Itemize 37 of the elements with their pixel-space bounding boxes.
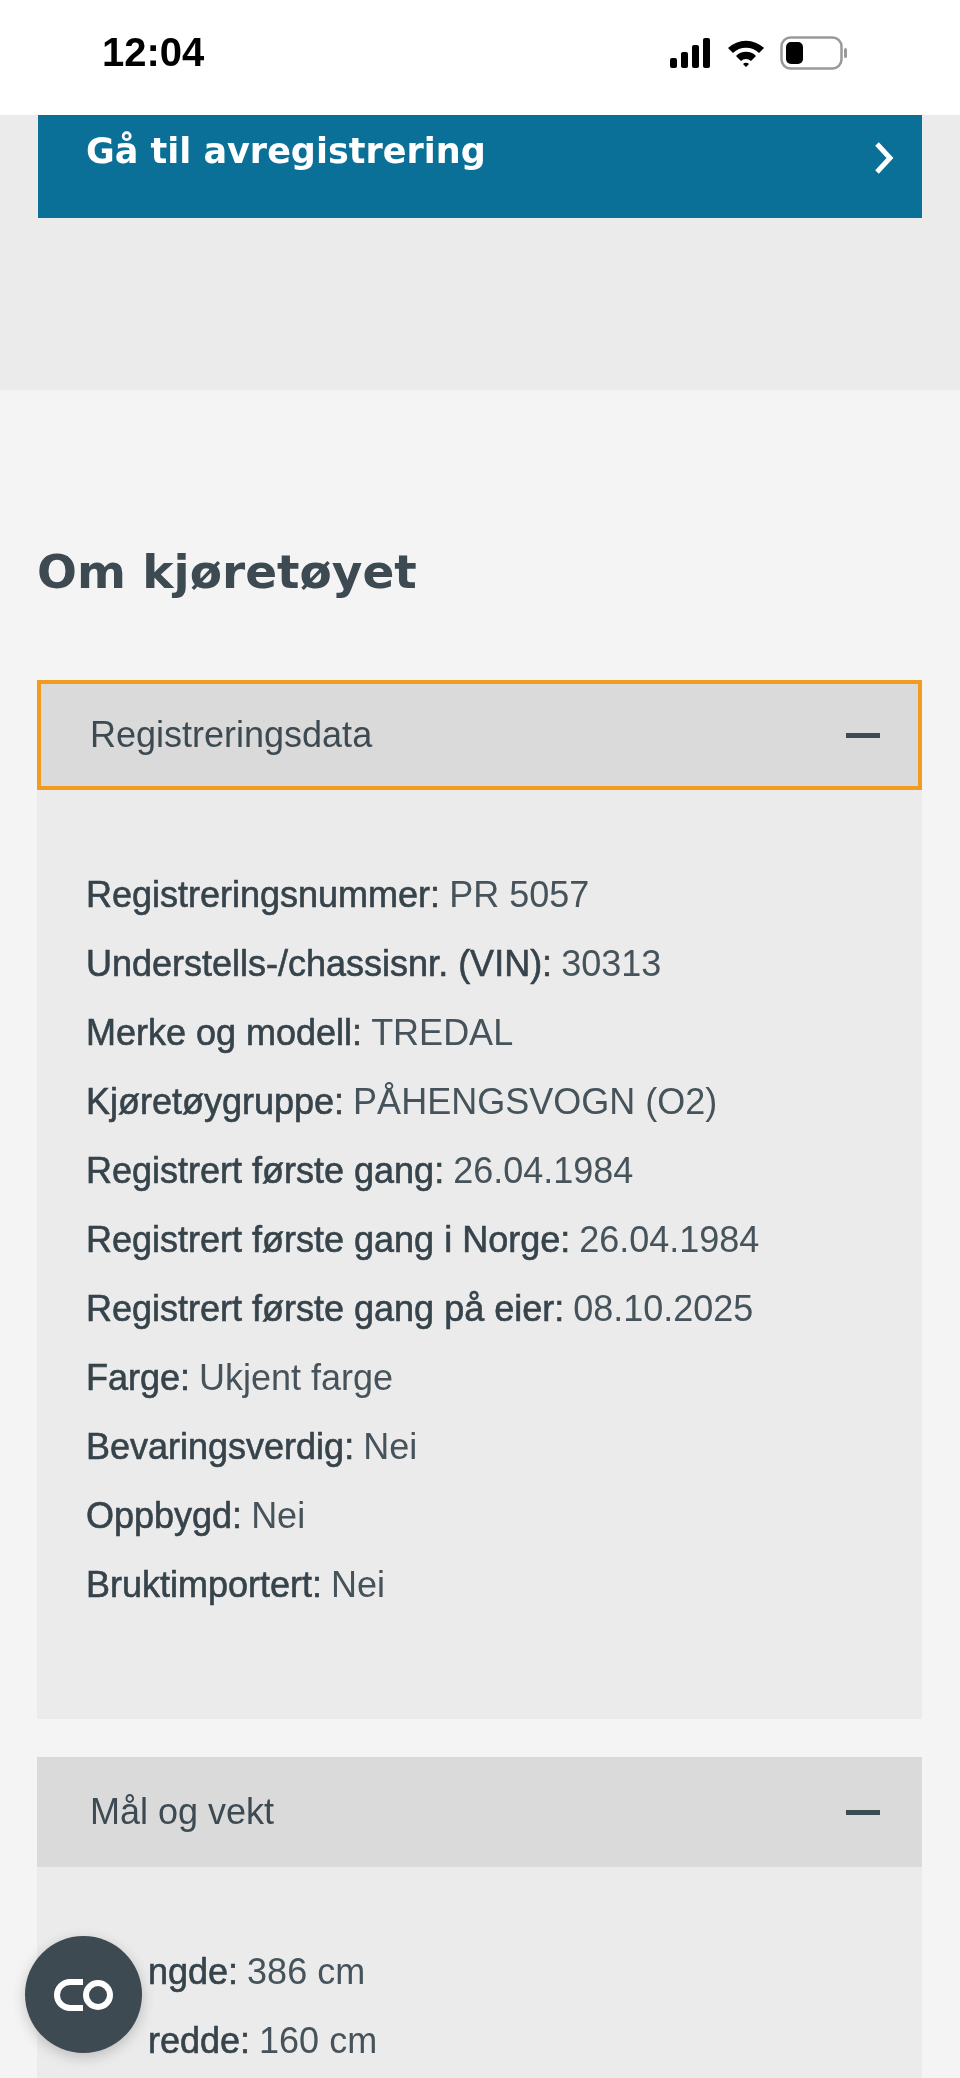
field-label: ngde: (148, 1950, 239, 1993)
field-value: TREDAL (371, 1011, 514, 1054)
field-label: Farge: (86, 1356, 191, 1399)
chevron-right-icon (874, 141, 894, 175)
field-value: 26.04.1984 (453, 1149, 634, 1192)
field-value: 30313 (561, 942, 662, 985)
section-heading: Om kjøretøyet (37, 543, 418, 601)
field-label: Kjøretøygruppe: (86, 1080, 345, 1123)
field-label: Registreringsnummer: (86, 873, 441, 916)
field-value: 160 cm (259, 2019, 378, 2062)
deregister-button[interactable]: Gå til avregistrering (38, 115, 922, 218)
minus-icon (846, 1809, 880, 1815)
field-value: Nei (331, 1563, 386, 1606)
field-value: 26.04.1984 (579, 1218, 760, 1261)
field-label: Understells-/chassisnr. (VIN): (86, 942, 553, 985)
field-value: 08.10.2025 (573, 1287, 754, 1330)
minus-icon (846, 732, 880, 738)
field-label: Registrert første gang: (86, 1149, 445, 1192)
field-value: Nei (363, 1425, 418, 1468)
accordion-header[interactable]: Mål og vekt (37, 1757, 922, 1867)
field-label: redde: (148, 2019, 251, 2062)
field-value: Nei (251, 1494, 306, 1537)
signal-icon (670, 37, 712, 68)
status-time: 12:04 (102, 30, 205, 76)
field-label: Oppbygd: (86, 1494, 243, 1537)
accordion-header[interactable]: Registreringsdata (37, 680, 922, 790)
field-label: Merke og modell: (86, 1011, 363, 1054)
field-value: Ukjent farge (199, 1356, 394, 1399)
battery-icon (780, 35, 848, 70)
field-label: Bruktimportert: (86, 1563, 323, 1606)
field-value: PÅHENGSVOGN (O2) (353, 1080, 718, 1123)
field-label: Registrert første gang på eier: (86, 1287, 565, 1330)
field-label: Bevaringsverdig: (86, 1425, 355, 1468)
toggle-icon (52, 1977, 115, 2012)
field-value: 386 cm (247, 1950, 366, 1993)
field-value: PR 5057 (449, 873, 590, 916)
field-label: Registrert første gang i Norge: (86, 1218, 571, 1261)
